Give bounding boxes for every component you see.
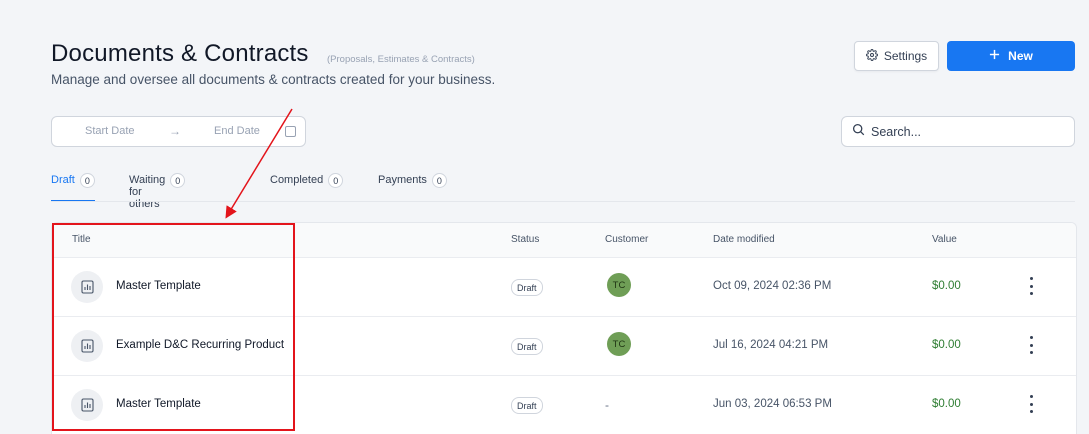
document-title[interactable]: Master Template: [116, 280, 201, 292]
date-modified: Jul 16, 2024 04:21 PM: [713, 339, 829, 351]
page-description: Manage and oversee all documents & contr…: [51, 72, 496, 87]
tab-label: Completed: [270, 174, 324, 186]
tab-draft[interactable]: Draft 0: [51, 173, 95, 202]
settings-button[interactable]: Settings: [854, 41, 939, 71]
start-date-field[interactable]: Start Date: [85, 125, 135, 137]
plus-icon: [989, 49, 1000, 63]
column-header-status[interactable]: Status: [511, 234, 539, 245]
column-header-title[interactable]: Title: [72, 234, 91, 245]
date-modified: Jun 03, 2024 06:53 PM: [713, 398, 832, 410]
date-modified: Oct 09, 2024 02:36 PM: [713, 280, 832, 292]
new-button-label: New: [1008, 49, 1033, 63]
tab-label: Payments: [378, 174, 427, 186]
document-value: $0.00: [932, 339, 961, 351]
customer-empty: -: [605, 398, 609, 412]
tab-waiting-for-others[interactable]: Waiting for others 0: [129, 173, 186, 210]
document-title[interactable]: Example D&C Recurring Product: [116, 339, 284, 351]
tabs-divider: [51, 201, 1075, 202]
column-header-value[interactable]: Value: [932, 234, 957, 245]
table-row[interactable]: Master Template Draft TC Oct 09, 2024 02…: [52, 258, 1076, 317]
gear-icon: [865, 48, 878, 64]
arrow-right-icon: →: [169, 124, 181, 138]
tab-count-badge: 0: [431, 173, 447, 188]
document-chart-icon: [71, 389, 103, 421]
page-subtitle: (Proposals, Estimates & Contracts): [327, 54, 475, 65]
status-badge: Draft: [511, 397, 543, 414]
document-value: $0.00: [932, 398, 961, 410]
kebab-menu-icon[interactable]: [1025, 277, 1037, 295]
document-chart-icon: [71, 330, 103, 362]
search-icon: [852, 123, 865, 141]
documents-table: Title Status Customer Date modified Valu…: [51, 222, 1077, 434]
column-header-date-modified[interactable]: Date modified: [713, 234, 775, 245]
tab-count-badge: 0: [328, 173, 344, 188]
status-badge: Draft: [511, 279, 543, 296]
settings-button-label: Settings: [883, 49, 928, 63]
end-date-field[interactable]: End Date: [214, 125, 260, 137]
tab-count-badge: 0: [79, 173, 95, 188]
tab-payments[interactable]: Payments 0: [378, 173, 447, 201]
tab-completed[interactable]: Completed 0: [270, 173, 344, 201]
table-row[interactable]: Example D&C Recurring Product Draft TC J…: [52, 317, 1076, 376]
page-title: Documents & Contracts: [51, 40, 309, 67]
calendar-icon[interactable]: [285, 126, 296, 137]
date-range-picker[interactable]: Start Date → End Date: [51, 116, 306, 147]
status-badge: Draft: [511, 338, 543, 355]
search-input[interactable]: [869, 123, 1063, 140]
document-value: $0.00: [932, 280, 961, 292]
table-header: Title Status Customer Date modified Valu…: [52, 223, 1076, 258]
document-chart-icon: [71, 271, 103, 303]
tab-count-badge: 0: [170, 173, 186, 188]
search-box[interactable]: [841, 116, 1075, 147]
customer-avatar[interactable]: TC: [607, 332, 631, 356]
new-button[interactable]: New: [947, 41, 1075, 71]
documents-contracts-page: Documents & Contracts (Proposals, Estima…: [0, 0, 1089, 434]
tab-label: Waiting for others: [129, 174, 166, 210]
document-title[interactable]: Master Template: [116, 398, 201, 410]
table-row[interactable]: Master Template Draft - Jun 03, 2024 06:…: [52, 376, 1076, 434]
tab-label: Draft: [51, 174, 75, 186]
column-header-customer[interactable]: Customer: [605, 234, 648, 245]
kebab-menu-icon[interactable]: [1025, 336, 1037, 354]
kebab-menu-icon[interactable]: [1025, 395, 1037, 413]
customer-avatar[interactable]: TC: [607, 273, 631, 297]
